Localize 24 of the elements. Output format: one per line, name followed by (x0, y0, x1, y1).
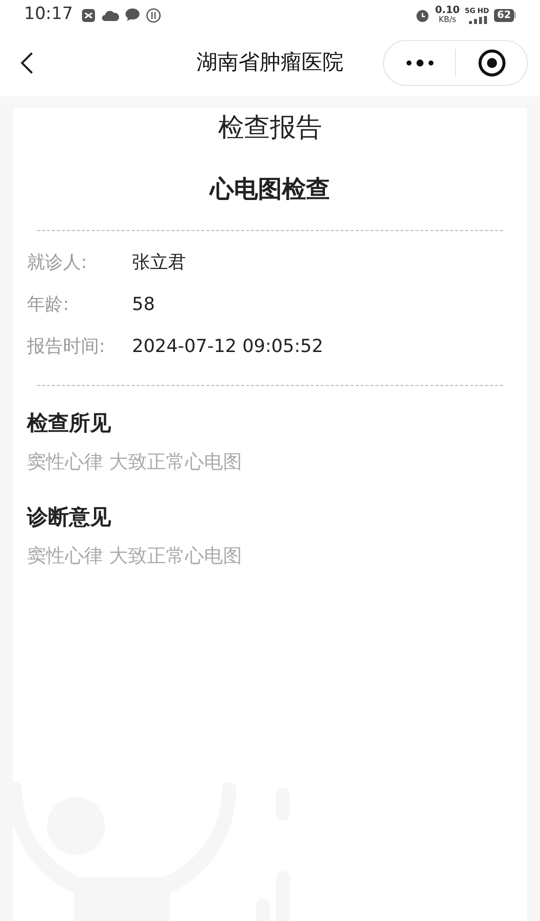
cloud-icon (102, 8, 119, 22)
network-speed: 0.10 (435, 6, 460, 15)
app-icon (81, 8, 96, 22)
field-label: 报告时间: (27, 334, 106, 358)
field-value: 58 (132, 292, 155, 316)
field-label: 年龄: (27, 292, 70, 316)
status-time: 10:17 (24, 3, 73, 26)
report-heading: 检查报告 (217, 112, 323, 145)
back-icon (20, 51, 34, 75)
section-text: 窦性心律 大致正常心电图 (27, 544, 244, 569)
field-value: 2024-07-12 09:05:52 (132, 334, 324, 358)
more-icon (404, 59, 434, 67)
field-value: 张立君 (132, 250, 186, 274)
chat-bubble-icon (125, 8, 140, 22)
speed-unit: KB/s (438, 15, 456, 24)
section-heading: 诊断意见 (27, 504, 112, 531)
target-icon (478, 49, 506, 77)
field-label: 就诊人: (27, 250, 88, 274)
section-text: 窦性心律 大致正常心电图 (27, 450, 244, 475)
page-title: 湖南省肿瘤医院 (196, 49, 344, 76)
alarm-icon (415, 8, 430, 22)
battery-indicator: 62 (494, 8, 516, 22)
section-heading: 检查所见 (27, 410, 112, 437)
exam-title: 心电图检查 (208, 174, 331, 205)
